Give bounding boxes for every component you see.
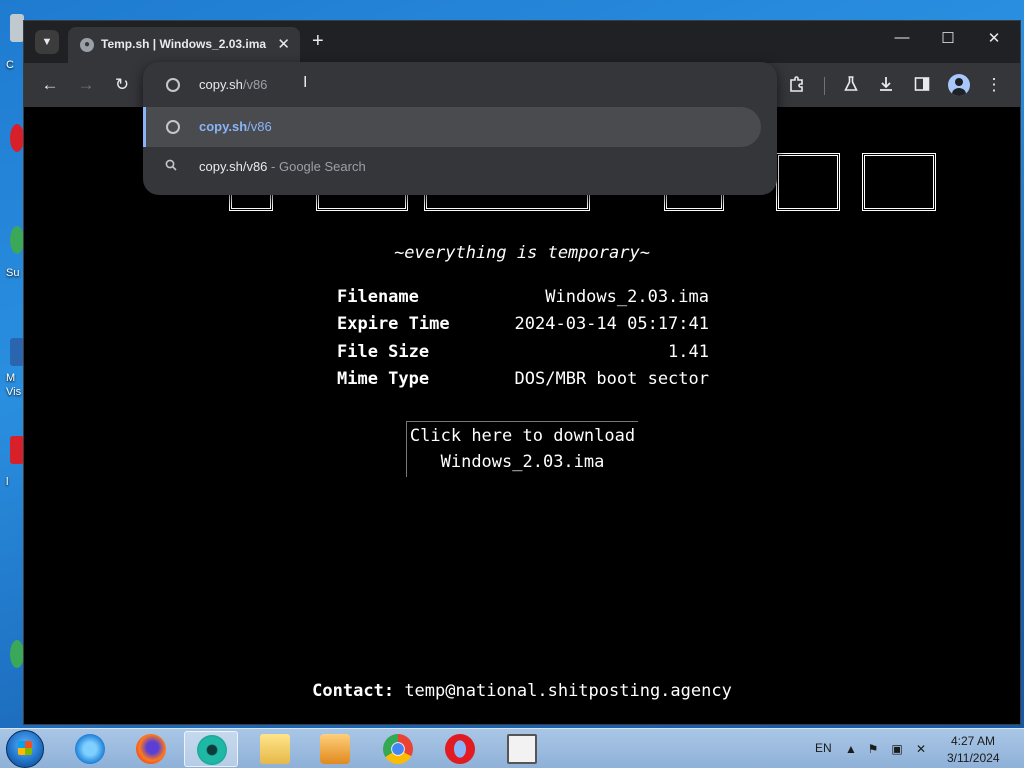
menu-icon[interactable]: ⋮ <box>983 75 1005 95</box>
desktop-icon-label: l <box>6 476 9 488</box>
info-row-filename: Filename Windows_2.03.ima <box>337 287 709 311</box>
suggestion-search[interactable]: copy.sh/v86 - Google Search <box>143 147 761 187</box>
info-label: File Size <box>337 342 430 362</box>
desktop-icon-label: Vis <box>6 386 22 398</box>
text-cursor-icon: I <box>303 74 308 91</box>
sumatra-desktop-icon[interactable] <box>10 226 24 254</box>
close-window-button[interactable]: ✕ <box>982 29 1006 47</box>
maximize-button[interactable]: ☐ <box>936 29 960 47</box>
download-icon[interactable] <box>875 75 897 98</box>
info-row-filesize: File Size 1.41 <box>337 342 709 366</box>
suggestion-search-text: copy.sh/v86 - Google Search <box>199 159 366 174</box>
taskbar-opera[interactable] <box>433 731 487 767</box>
start-button[interactable] <box>6 730 44 768</box>
download-link-line2: Windows_2.03.ima <box>440 452 605 472</box>
misc2-desktop-icon[interactable] <box>10 640 24 668</box>
extensions-icon[interactable] <box>786 75 808 98</box>
app-window-icon <box>507 734 537 764</box>
opera-desktop-icon[interactable] <box>10 124 24 152</box>
flag-icon[interactable]: ⚑ <box>866 742 880 756</box>
flask-icon[interactable] <box>840 75 862 98</box>
firefox-icon <box>136 734 166 764</box>
info-value: DOS/MBR boot sector <box>514 369 709 389</box>
address-domain: copy.sh <box>199 77 243 92</box>
opera-icon <box>445 734 475 764</box>
clock-date[interactable]: 3/11/2024 <box>947 751 1000 765</box>
contact-line: Contact: temp@national.shitposting.agenc… <box>24 681 1020 701</box>
title-bar: ▼ ● Temp.sh | Windows_2.03.ima ✕ + — ☐ ✕ <box>24 21 1020 63</box>
chrome-icon <box>383 734 413 764</box>
contact-email[interactable]: temp@national.shitposting.agency <box>404 681 732 701</box>
media-desktop-icon[interactable] <box>10 338 24 366</box>
tab-close-icon[interactable]: ✕ <box>277 35 290 53</box>
info-label: Mime Type <box>337 369 430 389</box>
download-link[interactable]: Click here to download Windows_2.03.ima <box>406 421 638 477</box>
tab-favicon-icon: ● <box>80 38 94 52</box>
forward-button[interactable]: → <box>75 75 97 95</box>
taskbar-firefox[interactable] <box>124 731 178 767</box>
info-label: Filename <box>337 287 419 307</box>
reload-button[interactable]: ↻ <box>111 75 133 95</box>
recycle-bin-icon[interactable] <box>10 14 24 42</box>
taskbar-explorer[interactable] <box>248 731 302 767</box>
suggestion-url[interactable]: copy.sh/v86 <box>143 107 761 147</box>
chrome-beta-icon <box>197 735 227 765</box>
media-player-icon <box>320 734 350 764</box>
tab-search-button[interactable]: ▼ <box>35 30 59 54</box>
toolbar-divider <box>824 77 825 95</box>
misc-desktop-icon[interactable] <box>10 436 24 464</box>
back-button[interactable]: ← <box>39 75 61 95</box>
info-value: 1.41 <box>668 342 709 362</box>
network-icon[interactable]: ▣ <box>890 742 904 756</box>
taskbar-app-window[interactable] <box>495 731 549 767</box>
internet-explorer-icon <box>75 734 105 764</box>
taskbar-chrome[interactable] <box>371 731 425 767</box>
info-label: Expire Time <box>337 314 450 334</box>
info-value: Windows_2.03.ima <box>545 287 709 307</box>
tab-title: Temp.sh | Windows_2.03.ima <box>101 37 267 51</box>
volume-muted-icon[interactable]: ✕ <box>914 742 928 756</box>
clock-time[interactable]: 4:27 AM <box>951 734 995 748</box>
search-icon <box>165 159 177 174</box>
minimize-button[interactable]: — <box>890 29 914 46</box>
browser-window: ▼ ● Temp.sh | Windows_2.03.ima ✕ + — ☐ ✕… <box>23 20 1021 725</box>
info-row-mimetype: Mime Type DOS/MBR boot sector <box>337 369 709 393</box>
tagline: ~everything is temporary~ <box>394 243 650 263</box>
contact-label: Contact: <box>312 681 395 701</box>
show-hidden-icons-icon[interactable]: ▲ <box>844 742 858 756</box>
desktop-icon-label: C <box>6 59 14 71</box>
page-content: ~everything is temporary~ Filename Windo… <box>24 107 1020 724</box>
profile-avatar-icon[interactable] <box>948 74 970 96</box>
taskbar: EN ▲ ⚑ ▣ ✕ 4:27 AM 3/11/2024 <box>0 728 1024 768</box>
address-input[interactable]: copy.sh/v86 <box>199 77 267 92</box>
new-tab-button[interactable]: + <box>312 30 324 52</box>
info-row-expire: Expire Time 2024-03-14 05:17:41 <box>337 314 709 338</box>
active-tab[interactable]: ● Temp.sh | Windows_2.03.ima ✕ <box>68 27 300 63</box>
download-link-line1: Click here to download <box>409 426 636 446</box>
folder-icon <box>260 734 290 764</box>
taskbar-media-player[interactable] <box>308 731 362 767</box>
desktop-icon-label: M <box>6 372 16 384</box>
info-value: 2024-03-14 05:17:41 <box>514 314 709 334</box>
address-path: /v86 <box>242 77 268 92</box>
taskbar-internet-explorer[interactable] <box>63 731 117 767</box>
suggestion-url-text: copy.sh/v86 <box>199 119 272 134</box>
globe-icon <box>166 78 180 92</box>
omnibox-dropdown: copy.sh/v86 I copy.sh/v86 copy.sh/v86 - … <box>143 62 777 195</box>
taskbar-chrome-beta[interactable] <box>184 731 238 767</box>
side-panel-icon[interactable] <box>911 75 933 98</box>
language-indicator[interactable]: EN <box>815 741 832 755</box>
desktop-icon-label: Su <box>6 267 20 279</box>
globe-icon <box>166 120 180 134</box>
